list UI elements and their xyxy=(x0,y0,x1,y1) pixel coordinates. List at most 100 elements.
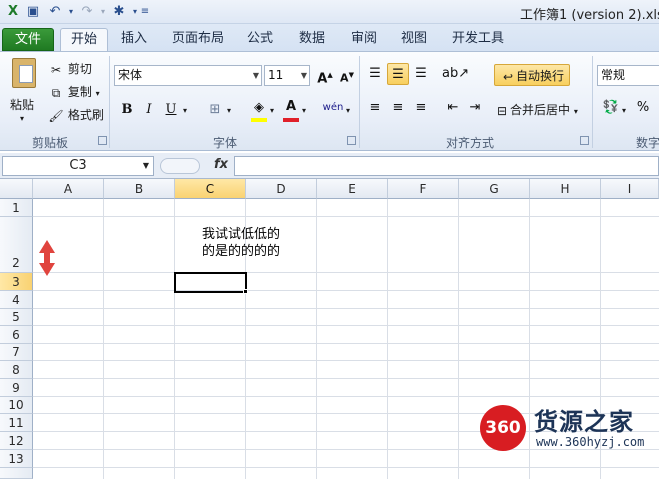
align-left-button[interactable]: ≡ xyxy=(364,97,386,119)
tab-page-layout[interactable]: 页面布局 xyxy=(166,28,230,51)
row-header-12[interactable]: 12 xyxy=(0,432,33,450)
row-header-14[interactable] xyxy=(0,468,33,479)
align-top-button[interactable]: ☰ xyxy=(364,63,386,85)
font-color-swatch xyxy=(283,118,299,122)
copy-button[interactable]: ⧉ 复制 ▾ xyxy=(48,83,100,101)
orientation-button[interactable]: ab↗ xyxy=(442,63,469,85)
column-header-a[interactable]: A xyxy=(33,179,104,199)
row-header-4[interactable]: 4 xyxy=(0,291,33,309)
merge-center-label: 合并后居中 xyxy=(510,103,571,117)
tab-review[interactable]: 审阅 xyxy=(346,28,382,51)
number-format-value: 常规 xyxy=(601,68,626,82)
row-header-11[interactable]: 11 xyxy=(0,414,33,432)
currency-dropdown-icon[interactable]: ▾ xyxy=(622,106,626,115)
fill-handle[interactable] xyxy=(243,289,248,294)
percent-button[interactable]: % xyxy=(632,97,654,119)
row-header-7[interactable]: 7 xyxy=(0,344,33,361)
column-header-i[interactable]: I xyxy=(601,179,659,199)
decrease-indent-button[interactable]: ⇤ xyxy=(442,97,464,119)
tab-home[interactable]: 开始 xyxy=(60,28,108,52)
underline-dropdown-icon[interactable]: ▾ xyxy=(183,106,187,115)
copy-label: 复制 xyxy=(67,85,92,99)
font-family-value: 宋体 xyxy=(118,68,143,82)
row-header-3[interactable]: 3 xyxy=(0,273,33,291)
cut-button[interactable]: ✂ 剪切 xyxy=(48,60,92,78)
ribbon-tabs: 文件 开始 插入 页面布局 公式 数据 审阅 视图 开发工具 xyxy=(0,24,659,52)
tab-data[interactable]: 数据 xyxy=(294,28,330,51)
tab-formulas[interactable]: 公式 xyxy=(242,28,278,51)
shrink-font-button[interactable]: A▼ xyxy=(336,64,358,86)
bold-button[interactable]: B xyxy=(116,99,138,121)
phonetic-button[interactable]: wén xyxy=(322,97,344,119)
format-painter-button[interactable]: 🖌 格式刷 xyxy=(48,106,103,124)
grow-font-icon: A xyxy=(317,71,328,87)
borders-dropdown-icon[interactable]: ▾ xyxy=(227,106,231,115)
tab-file[interactable]: 文件 xyxy=(2,28,54,51)
column-header-f[interactable]: F xyxy=(388,179,459,199)
tab-developer[interactable]: 开发工具 xyxy=(446,28,510,51)
copy-icon: ⧉ xyxy=(51,85,61,100)
select-all-corner[interactable] xyxy=(0,179,33,199)
column-header-g[interactable]: G xyxy=(459,179,530,199)
insert-function-icon[interactable]: fx xyxy=(214,157,228,172)
name-box-value: C3 xyxy=(69,158,87,173)
column-header-c[interactable]: C xyxy=(175,179,246,199)
formula-bar-handle[interactable] xyxy=(160,158,200,174)
font-color-dropdown-icon[interactable]: ▾ xyxy=(302,106,306,115)
orientation-icon: ab↗ xyxy=(442,66,470,81)
alignment-launcher-icon[interactable] xyxy=(580,136,589,145)
gridline xyxy=(316,199,317,479)
column-header-d[interactable]: D xyxy=(246,179,317,199)
tab-view[interactable]: 视图 xyxy=(396,28,432,51)
font-color-button[interactable]: A xyxy=(280,96,302,118)
borders-icon[interactable]: ⊞ xyxy=(204,99,226,121)
align-center-button[interactable]: ≡ xyxy=(387,97,409,119)
underline-button[interactable]: U xyxy=(160,99,182,121)
cell-c2[interactable]: 我试试低低的 的是的的的的 xyxy=(176,226,316,260)
row-header-2[interactable]: 2 xyxy=(0,217,33,273)
paste-label: 粘贴 xyxy=(10,98,35,112)
align-right-button[interactable]: ≡ xyxy=(410,97,432,119)
column-header-e[interactable]: E xyxy=(317,179,388,199)
row-header-5[interactable]: 5 xyxy=(0,309,33,326)
font-family-select[interactable]: 宋体 ▼ xyxy=(114,65,262,86)
increase-indent-button[interactable]: ⇥ xyxy=(464,97,486,119)
align-middle-button[interactable]: ☰ xyxy=(387,63,409,85)
currency-button[interactable]: 💱 xyxy=(600,97,622,119)
italic-button[interactable]: I xyxy=(138,99,160,121)
fill-color-button[interactable]: ◈ xyxy=(248,97,270,119)
paste-dropdown-icon[interactable]: ▾ xyxy=(20,114,24,123)
merge-center-button[interactable]: ⊟ 合并后居中 ▾ xyxy=(494,101,578,119)
gridline xyxy=(458,199,459,479)
group-divider xyxy=(109,56,110,148)
name-box[interactable]: C3 ▼ xyxy=(2,156,154,176)
column-header-b[interactable]: B xyxy=(104,179,175,199)
gridline xyxy=(174,199,175,479)
tab-insert[interactable]: 插入 xyxy=(116,28,152,51)
phonetic-dropdown-icon[interactable]: ▾ xyxy=(346,106,350,115)
row-header-8[interactable]: 8 xyxy=(0,361,33,379)
row-header-10[interactable]: 10 xyxy=(0,397,33,414)
gridline xyxy=(33,343,659,344)
customize-qat-icon[interactable]: ≡ xyxy=(136,3,154,21)
grow-font-button[interactable]: A▲ xyxy=(314,64,336,86)
formula-input[interactable] xyxy=(234,156,659,176)
clipboard-launcher-icon[interactable] xyxy=(98,136,107,145)
cut-label: 剪切 xyxy=(67,62,92,76)
font-launcher-icon[interactable] xyxy=(347,136,356,145)
column-header-h[interactable]: H xyxy=(530,179,601,199)
selected-cell-c3[interactable] xyxy=(174,272,247,293)
row-header-9[interactable]: 9 xyxy=(0,379,33,397)
save-icon[interactable]: ▣ xyxy=(24,3,42,21)
row-header-6[interactable]: 6 xyxy=(0,326,33,344)
wrap-text-icon: ↩ xyxy=(502,69,514,84)
font-size-select[interactable]: 11 ▼ xyxy=(264,65,310,86)
wrap-text-button[interactable]: ↩ 自动换行 xyxy=(494,64,571,86)
align-bottom-icon: ☰ xyxy=(415,66,427,81)
row-header-13[interactable]: 13 xyxy=(0,450,33,468)
paste-button[interactable] xyxy=(8,58,40,98)
fill-color-dropdown-icon[interactable]: ▾ xyxy=(270,106,274,115)
row-header-1[interactable]: 1 xyxy=(0,199,33,217)
number-format-select[interactable]: 常规 xyxy=(597,65,659,86)
align-bottom-button[interactable]: ☰ xyxy=(410,63,432,85)
